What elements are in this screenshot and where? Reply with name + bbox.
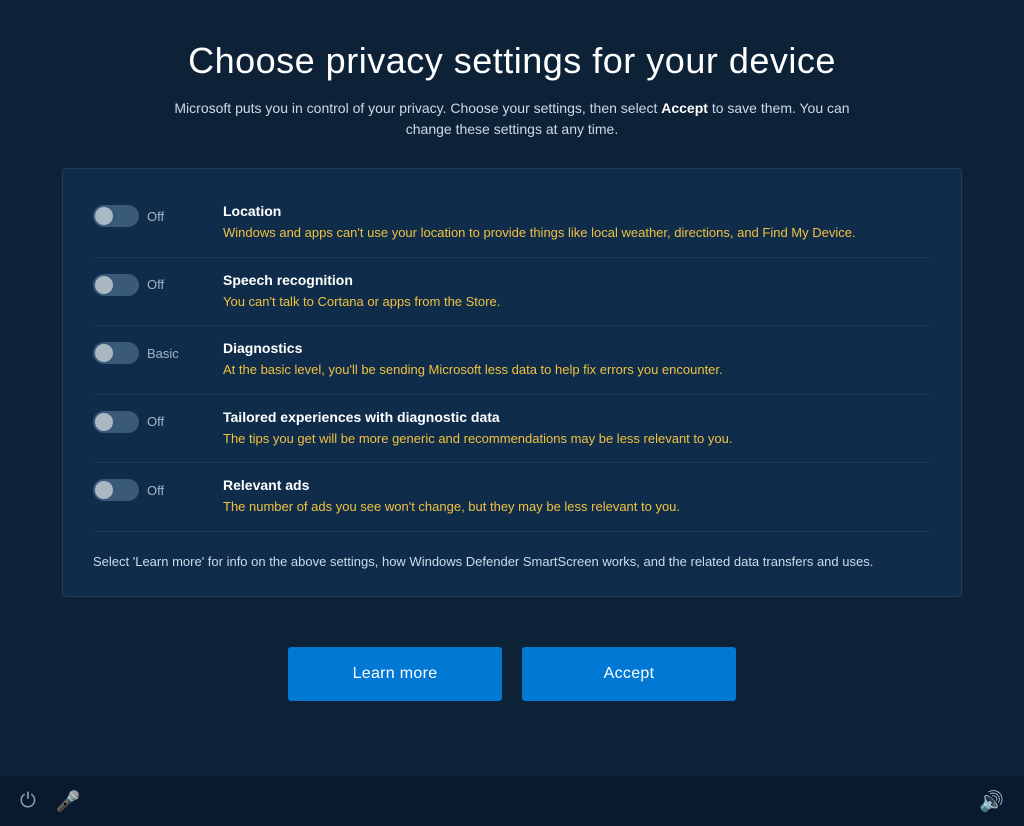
setting-content-tailored: Tailored experiences with diagnostic dat… bbox=[223, 409, 931, 449]
setting-desc-diagnostics: At the basic level, you'll be sending Mi… bbox=[223, 360, 931, 380]
toggle-speech[interactable] bbox=[93, 274, 139, 296]
setting-title-tailored: Tailored experiences with diagnostic dat… bbox=[223, 409, 931, 425]
toggle-ads[interactable] bbox=[93, 479, 139, 501]
toggle-label-diagnostics: Basic bbox=[147, 346, 179, 361]
main-container: Choose privacy settings for your device … bbox=[0, 0, 1024, 826]
toggle-label-location: Off bbox=[147, 209, 164, 224]
setting-row-tailored: Off Tailored experiences with diagnostic… bbox=[93, 395, 931, 464]
setting-desc-tailored: The tips you get will be more generic an… bbox=[223, 429, 931, 449]
setting-content-speech: Speech recognition You can't talk to Cor… bbox=[223, 272, 931, 312]
buttons-area: Learn more Accept bbox=[288, 647, 736, 701]
page-title: Choose privacy settings for your device bbox=[188, 40, 836, 82]
learn-more-button[interactable]: Learn more bbox=[288, 647, 502, 701]
toggle-location[interactable] bbox=[93, 205, 139, 227]
setting-desc-location: Windows and apps can't use your location… bbox=[223, 223, 931, 243]
setting-desc-speech: You can't talk to Cortana or apps from t… bbox=[223, 292, 931, 312]
setting-title-location: Location bbox=[223, 203, 931, 219]
volume-icon[interactable]: 🔊 bbox=[979, 791, 1004, 813]
page-subtitle: Microsoft puts you in control of your pr… bbox=[162, 98, 862, 140]
taskbar-left: ⏻ 🎤 bbox=[20, 789, 81, 814]
setting-row-location: Off Location Windows and apps can't use … bbox=[93, 189, 931, 258]
toggle-diagnostics[interactable] bbox=[93, 342, 139, 364]
toggle-label-ads: Off bbox=[147, 483, 164, 498]
setting-row-diagnostics: Basic Diagnostics At the basic level, yo… bbox=[93, 326, 931, 395]
toggle-label-speech: Off bbox=[147, 277, 164, 292]
subtitle-accept-bold: Accept bbox=[661, 100, 708, 116]
setting-content-diagnostics: Diagnostics At the basic level, you'll b… bbox=[223, 340, 931, 380]
microphone-icon[interactable]: 🎤 bbox=[56, 789, 81, 814]
setting-title-speech: Speech recognition bbox=[223, 272, 931, 288]
setting-row-ads: Off Relevant ads The number of ads you s… bbox=[93, 463, 931, 532]
setting-content-ads: Relevant ads The number of ads you see w… bbox=[223, 477, 931, 517]
footer-note: Select 'Learn more' for info on the abov… bbox=[93, 548, 931, 573]
toggle-tailored[interactable] bbox=[93, 411, 139, 433]
settings-box: Off Location Windows and apps can't use … bbox=[62, 168, 962, 597]
setting-row-speech: Off Speech recognition You can't talk to… bbox=[93, 258, 931, 327]
toggle-area-speech: Off bbox=[93, 272, 203, 296]
toggle-area-diagnostics: Basic bbox=[93, 340, 203, 364]
toggle-area-ads: Off bbox=[93, 477, 203, 501]
accept-button[interactable]: Accept bbox=[522, 647, 736, 701]
setting-content-location: Location Windows and apps can't use your… bbox=[223, 203, 931, 243]
subtitle-text-normal: Microsoft puts you in control of your pr… bbox=[174, 100, 661, 116]
taskbar-right: 🔊 bbox=[979, 789, 1004, 814]
taskbar: ⏻ 🎤 🔊 bbox=[0, 776, 1024, 826]
toggle-area-location: Off bbox=[93, 203, 203, 227]
toggle-area-tailored: Off bbox=[93, 409, 203, 433]
power-icon[interactable]: ⏻ bbox=[20, 790, 36, 813]
setting-desc-ads: The number of ads you see won't change, … bbox=[223, 497, 931, 517]
setting-title-diagnostics: Diagnostics bbox=[223, 340, 931, 356]
setting-title-ads: Relevant ads bbox=[223, 477, 931, 493]
toggle-label-tailored: Off bbox=[147, 414, 164, 429]
